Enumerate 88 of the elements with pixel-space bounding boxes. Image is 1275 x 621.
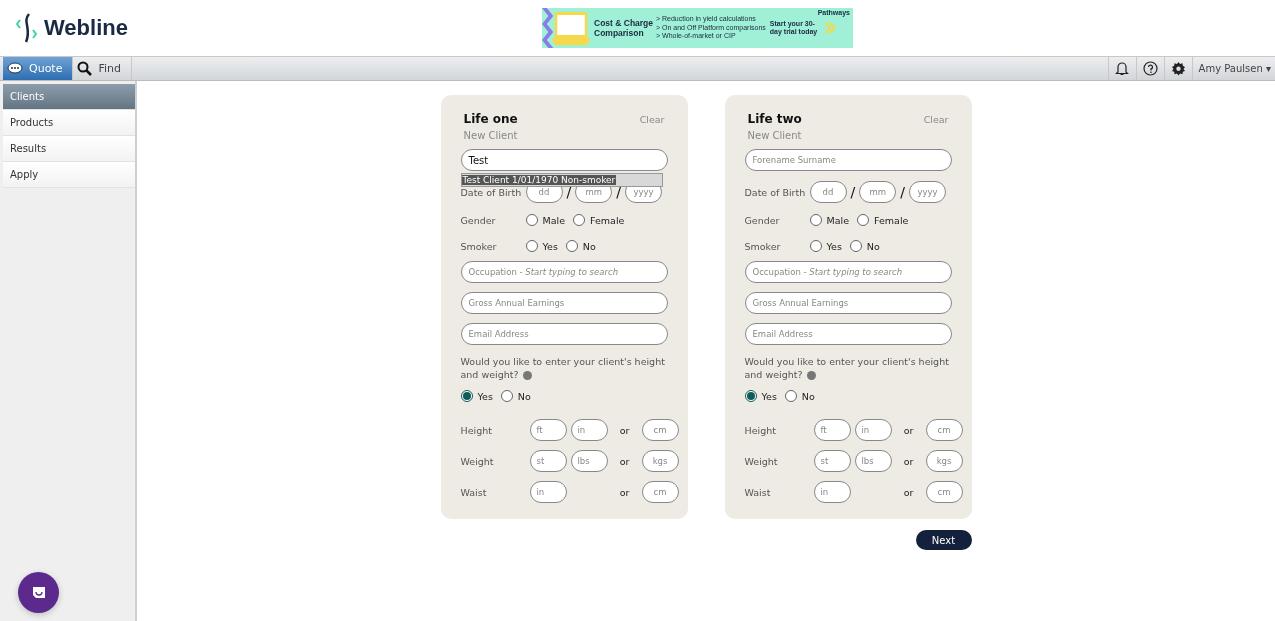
field-label: Date of Birth [460, 186, 523, 198]
card-subtitle: New Client [463, 130, 519, 141]
name-field[interactable]: Forename Surname [744, 149, 952, 171]
brand-name: Webline [44, 15, 128, 41]
unit-field[interactable]: ft [813, 419, 851, 441]
radio-option[interactable]: Male [809, 214, 849, 226]
unit-field[interactable]: cm [925, 481, 963, 503]
earnings-field[interactable]: Gross Annual Earnings [744, 292, 952, 314]
unit-field[interactable]: in [529, 481, 567, 503]
clear-link[interactable]: Clear [639, 114, 665, 125]
email-field[interactable]: Email Address [460, 323, 668, 345]
field-label: Gender [744, 214, 781, 226]
unit-field[interactable]: lbs [854, 450, 892, 472]
user-menu[interactable]: Amy Paulsen ▾ [1191, 57, 1275, 80]
date-separator: / [900, 184, 905, 200]
radio-option[interactable]: No [565, 240, 596, 252]
radio-option[interactable]: Male [525, 214, 565, 226]
search-icon [77, 61, 93, 76]
suggestion-item[interactable]: Test Client 1/01/1970 Non-smoker [461, 175, 617, 185]
date-separator: / [850, 184, 856, 200]
radio-option[interactable]: No [784, 390, 815, 402]
laptop-drawing [542, 8, 592, 48]
sidebar-item[interactable]: Results [3, 136, 135, 162]
or-text: or [902, 486, 915, 498]
email-field[interactable]: Email Address [744, 323, 952, 345]
unit-field[interactable]: kgs [925, 450, 963, 472]
info-icon[interactable] [807, 371, 817, 380]
or-text: or [902, 455, 915, 467]
logo-icon [16, 12, 38, 44]
unit-field[interactable]: lbs [570, 450, 608, 472]
unit-field[interactable]: in [854, 419, 892, 441]
field-label: Height [744, 424, 777, 436]
question-text: Would you like to enter your client's height and weight? [744, 355, 950, 381]
info-icon[interactable] [523, 371, 533, 380]
occupation-field[interactable]: Occupation - Start typing to search [460, 261, 668, 283]
name-field[interactable]: Test [460, 149, 668, 171]
radio-option[interactable]: Yes [460, 390, 493, 402]
sidebar-item[interactable]: Clients [3, 84, 135, 110]
radio-option[interactable]: Female [857, 214, 909, 226]
or-text: or [618, 424, 631, 436]
field-label: Height [460, 424, 493, 436]
date-separator: / [616, 184, 621, 200]
card-title: Life one [463, 112, 518, 126]
unit-field[interactable]: in [570, 419, 608, 441]
or-text: or [618, 455, 631, 467]
clear-link[interactable]: Clear [923, 114, 949, 125]
field-label: Waist [744, 486, 772, 498]
field-label: Waist [460, 486, 488, 498]
date-field[interactable]: dd [809, 181, 847, 203]
card-subtitle: New Client [747, 130, 803, 141]
chevron-icon [823, 21, 836, 35]
question-text: Would you like to enter your client's height and weight? [460, 355, 666, 381]
radio-option[interactable]: No [849, 240, 880, 252]
date-separator: / [566, 184, 572, 200]
nav-tab[interactable]: Find [73, 57, 132, 80]
sidebar-item[interactable]: Apply [3, 162, 135, 188]
unit-field[interactable]: in [813, 481, 851, 503]
unit-field[interactable]: cm [925, 419, 963, 441]
field-label: Weight [744, 455, 779, 467]
radio-option[interactable]: Yes [744, 390, 777, 402]
radio-option[interactable]: Female [573, 214, 625, 226]
unit-field[interactable]: ft [529, 419, 567, 441]
next-button[interactable]: Next [915, 530, 972, 550]
earnings-field[interactable]: Gross Annual Earnings [460, 292, 668, 314]
unit-field[interactable]: cm [641, 481, 679, 503]
sidebar-item[interactable]: Products [3, 110, 135, 136]
unit-field[interactable]: st [529, 450, 567, 472]
card-title: Life two [747, 112, 802, 126]
unit-field[interactable]: kgs [641, 450, 679, 472]
radio-option[interactable]: Yes [809, 240, 842, 252]
radio-option[interactable]: Yes [525, 240, 558, 252]
field-label: Smoker [744, 240, 782, 252]
field-label: Date of Birth [744, 186, 807, 198]
occupation-field[interactable]: Occupation - Start typing to search [744, 261, 952, 283]
nav-tab[interactable]: Quote [3, 57, 74, 80]
radio-option[interactable]: No [500, 390, 531, 402]
banner-title: Cost & Charge Comparison [594, 18, 654, 38]
field-label: Gender [460, 214, 497, 226]
unit-field[interactable]: st [813, 450, 851, 472]
unit-field[interactable]: cm [641, 419, 679, 441]
chat-icon [7, 61, 23, 76]
smile-icon [31, 586, 46, 599]
date-field[interactable]: mm [859, 181, 897, 203]
field-label: Smoker [460, 240, 498, 252]
date-field[interactable]: yyyy [908, 181, 946, 203]
field-label: Weight [460, 455, 495, 467]
or-text: or [902, 424, 915, 436]
or-text: or [618, 486, 631, 498]
